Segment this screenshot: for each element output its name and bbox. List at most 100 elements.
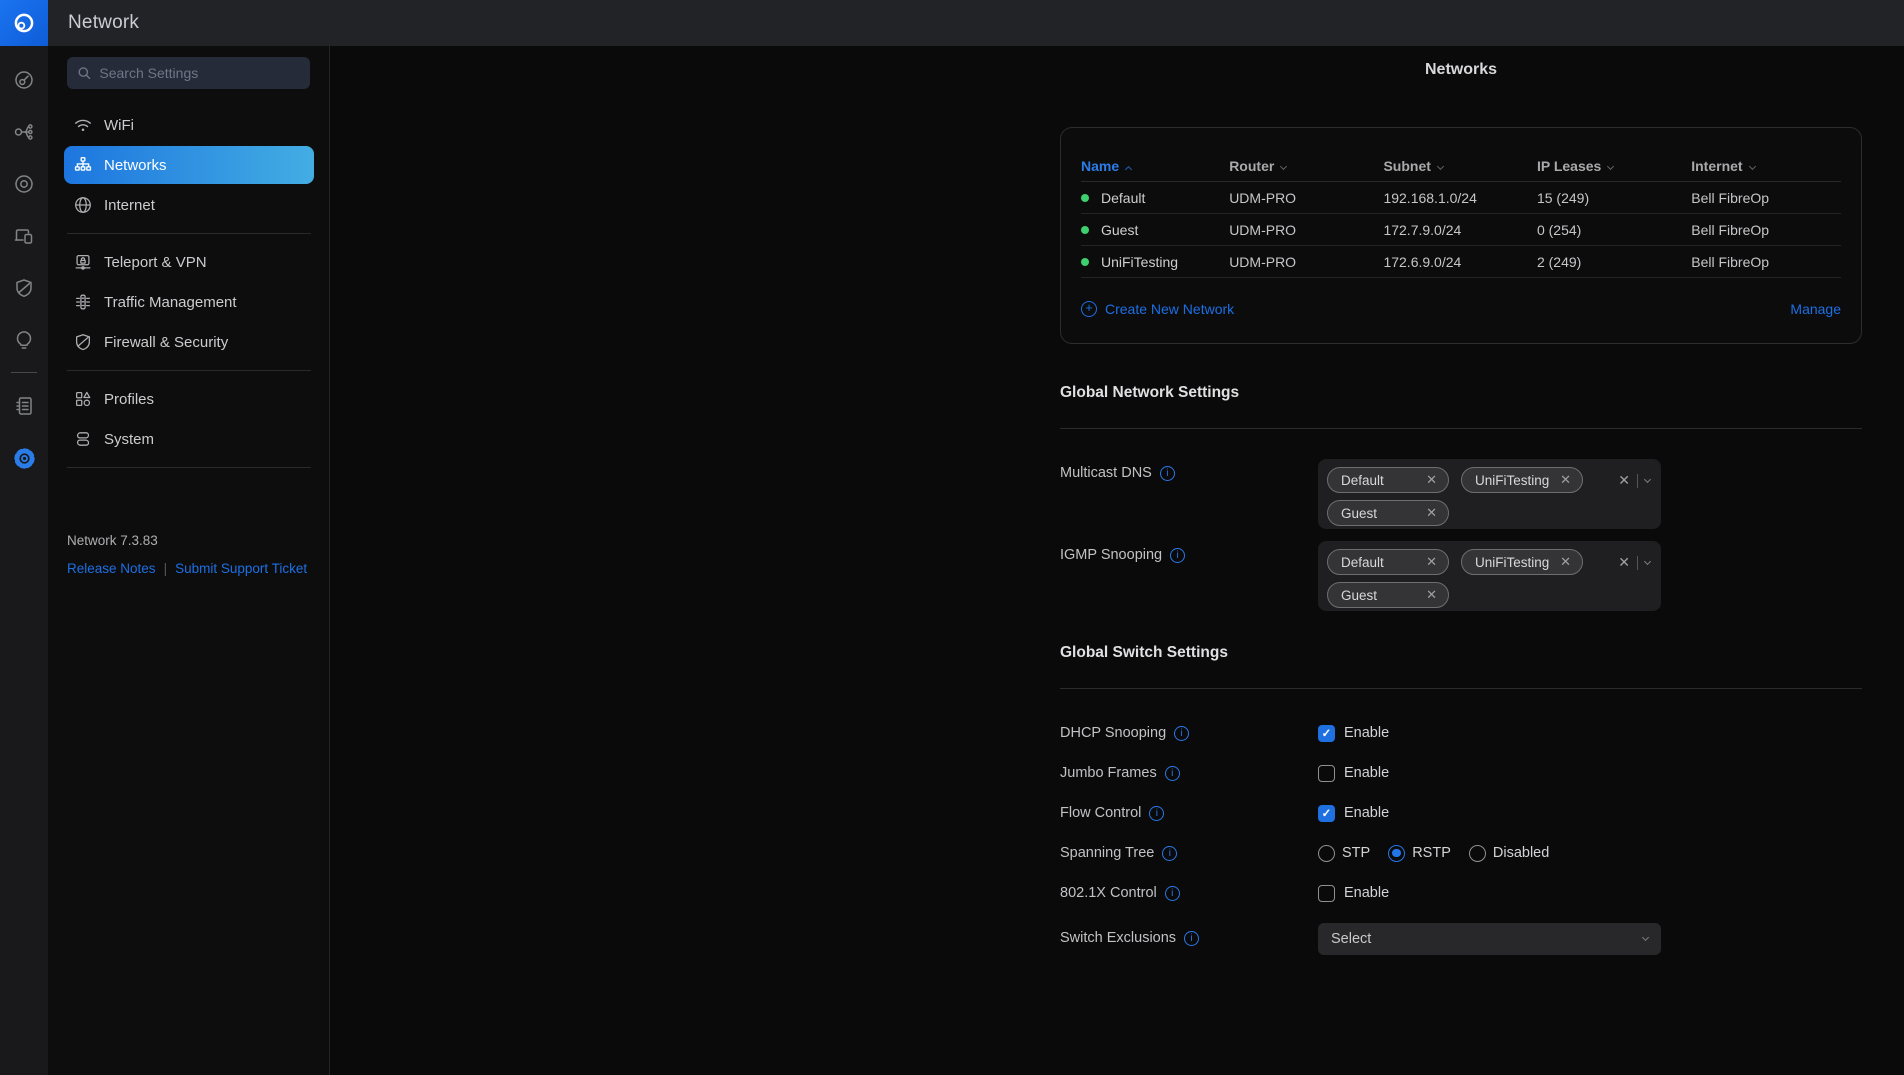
settings-sidebar: WiFi Networks Internet Teleport & VPN [48, 46, 330, 1075]
chevron-down-icon[interactable] [1644, 475, 1651, 482]
profiles-shapes-icon [73, 389, 93, 409]
network-subnet: 192.168.1.0/24 [1383, 190, 1537, 206]
sidebar-item-system[interactable]: System [64, 420, 314, 458]
info-icon[interactable] [1162, 846, 1177, 861]
network-router: UDM-PRO [1229, 190, 1383, 206]
remove-tag-icon[interactable]: ✕ [1560, 554, 1571, 570]
radio-option-stp[interactable]: STP [1318, 845, 1370, 862]
clear-all-icon[interactable]: ✕ [1618, 472, 1630, 489]
multicast-dns-multiselect[interactable]: Default✕ UniFiTesting✕ Guest✕ ✕ [1318, 459, 1661, 529]
rail-clients-button[interactable] [0, 210, 48, 262]
topbar: Network [48, 0, 1904, 46]
rail-settings-button[interactable] [0, 432, 48, 484]
rail-system-log-button[interactable] [0, 380, 48, 432]
igmp-snooping-multiselect[interactable]: Default✕ UniFiTesting✕ Guest✕ ✕ [1318, 541, 1661, 611]
dhcp-snooping-checkbox[interactable] [1318, 725, 1335, 742]
network-tag[interactable]: Guest✕ [1327, 500, 1449, 526]
network-tag[interactable]: Default✕ [1327, 467, 1449, 493]
sidebar-item-label: Networks [104, 157, 167, 174]
network-tag[interactable]: UniFiTesting✕ [1461, 549, 1583, 575]
radio-option-rstp[interactable]: RSTP [1388, 845, 1451, 862]
rstp-radio[interactable] [1388, 845, 1405, 862]
sidebar-item-internet[interactable]: Internet [64, 186, 314, 224]
enable-label: Enable [1344, 725, 1389, 741]
search-input[interactable] [99, 65, 300, 81]
sidebar-item-teleport-vpn[interactable]: Teleport & VPN [64, 243, 314, 281]
release-notes-link[interactable]: Release Notes [67, 561, 156, 576]
column-header-internet[interactable]: Internet [1691, 158, 1841, 174]
sidebar-item-wifi[interactable]: WiFi [64, 106, 314, 144]
table-row[interactable]: Guest UDM-PRO 172.7.9.0/24 0 (254) Bell … [1081, 214, 1841, 246]
security-shield-icon [13, 277, 35, 299]
manage-button[interactable]: Manage [1790, 301, 1841, 317]
8021x-control-checkbox[interactable] [1318, 885, 1335, 902]
info-icon[interactable] [1184, 931, 1199, 946]
column-header-ip-leases[interactable]: IP Leases [1537, 158, 1691, 174]
rail-dashboard-button[interactable] [0, 54, 48, 106]
rail-unifi-devices-button[interactable] [0, 158, 48, 210]
sidebar-item-profiles[interactable]: Profiles [64, 380, 314, 418]
status-dot [1081, 226, 1089, 234]
submit-support-ticket-link[interactable]: Submit Support Ticket [175, 561, 307, 576]
unifi-logo-icon [12, 11, 36, 35]
remove-tag-icon[interactable]: ✕ [1426, 505, 1437, 521]
column-header-name[interactable]: Name [1081, 158, 1229, 174]
remove-tag-icon[interactable]: ✕ [1426, 554, 1437, 570]
column-header-router[interactable]: Router [1229, 158, 1383, 174]
app-version: Network 7.3.83 [67, 533, 158, 548]
flow-control-checkbox[interactable] [1318, 805, 1335, 822]
network-name: UniFiTesting [1101, 254, 1178, 270]
sidebar-item-networks[interactable]: Networks [64, 146, 314, 184]
status-dot [1081, 194, 1089, 202]
chevron-down-icon[interactable] [1644, 557, 1651, 564]
info-icon[interactable] [1149, 806, 1164, 821]
rail-divider [11, 372, 37, 373]
info-icon[interactable] [1165, 766, 1180, 781]
remove-tag-icon[interactable]: ✕ [1426, 587, 1437, 603]
jumbo-frames-checkbox[interactable] [1318, 765, 1335, 782]
network-tag[interactable]: Default✕ [1327, 549, 1449, 575]
remove-tag-icon[interactable]: ✕ [1426, 472, 1437, 488]
remove-tag-icon[interactable]: ✕ [1560, 472, 1571, 488]
networks-tree-icon [73, 155, 93, 175]
disabled-radio[interactable] [1469, 845, 1486, 862]
stp-radio[interactable] [1318, 845, 1335, 862]
network-tag[interactable]: UniFiTesting✕ [1461, 467, 1583, 493]
radio-option-disabled[interactable]: Disabled [1469, 845, 1549, 862]
network-name: Default [1101, 190, 1145, 206]
clear-all-icon[interactable]: ✕ [1618, 554, 1630, 571]
network-ip-leases: 15 (249) [1537, 190, 1691, 206]
app-title: Network [68, 12, 139, 34]
global-network-settings-title: Global Network Settings [1060, 384, 1239, 402]
sidebar-item-label: System [104, 431, 154, 448]
plus-icon: + [1081, 301, 1097, 317]
switch-exclusions-select[interactable]: Select [1318, 923, 1661, 955]
table-row[interactable]: UniFiTesting UDM-PRO 172.6.9.0/24 2 (249… [1081, 246, 1841, 278]
section-divider [1060, 688, 1862, 689]
sidebar-divider [67, 467, 311, 468]
search-settings-box[interactable] [67, 57, 310, 89]
enable-label: Enable [1344, 765, 1389, 781]
rail-security-button[interactable] [0, 262, 48, 314]
section-divider [1060, 428, 1862, 429]
settings-nav: WiFi Networks Internet Teleport & VPN [48, 104, 330, 477]
table-row[interactable]: Default UDM-PRO 192.168.1.0/24 15 (249) … [1081, 182, 1841, 214]
sidebar-item-traffic-management[interactable]: Traffic Management [64, 283, 314, 321]
unifi-logo[interactable] [0, 0, 48, 46]
network-subnet: 172.7.9.0/24 [1383, 222, 1537, 238]
info-icon[interactable] [1160, 466, 1175, 481]
sidebar-item-firewall-security[interactable]: Firewall & Security [64, 323, 314, 361]
status-dot [1081, 258, 1089, 266]
rail-topology-button[interactable] [0, 106, 48, 158]
info-icon[interactable] [1174, 726, 1189, 741]
info-icon[interactable] [1170, 548, 1185, 563]
create-new-network-button[interactable]: + Create New Network [1081, 301, 1234, 317]
globe-icon [73, 195, 93, 215]
controls-separator [1637, 474, 1638, 488]
network-tag[interactable]: Guest✕ [1327, 582, 1449, 608]
network-internet: Bell FibreOp [1691, 254, 1841, 270]
rail-insights-button[interactable] [0, 314, 48, 366]
teleport-vpn-icon [73, 252, 93, 272]
column-header-subnet[interactable]: Subnet [1383, 158, 1537, 174]
info-icon[interactable] [1165, 886, 1180, 901]
